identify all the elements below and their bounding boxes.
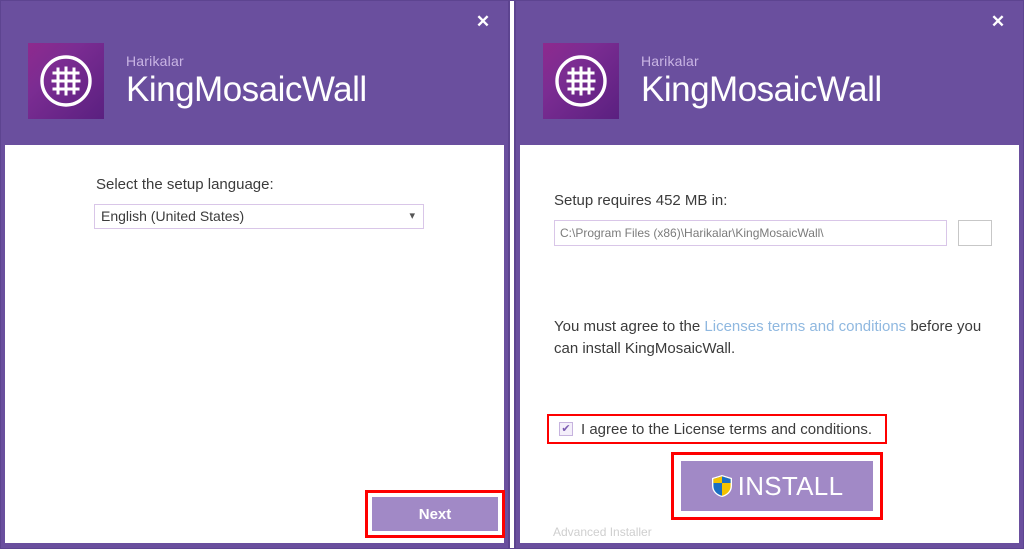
close-icon[interactable]: ✕: [987, 11, 1009, 33]
uac-shield-icon: [711, 475, 732, 497]
license-agreement-text: You must agree to the Licenses terms and…: [554, 316, 996, 360]
install-button[interactable]: INSTALL: [681, 461, 873, 511]
language-selection-dialog: ✕ Harikalar KingMosaicWall Select the se…: [0, 0, 509, 549]
install-button-label: INSTALL: [737, 470, 844, 501]
mosaic-grid-circle-icon: [543, 43, 619, 119]
agree-checkbox-annotation: ✔ I agree to the License terms and condi…: [547, 414, 887, 444]
chevron-down-icon: ▾: [409, 210, 415, 222]
license-terms-link[interactable]: Licenses terms and conditions: [704, 318, 906, 335]
install-path-row: [554, 220, 992, 246]
next-button[interactable]: Next: [372, 497, 498, 531]
brand-text-right: Harikalar KingMosaicWall: [641, 53, 882, 110]
install-options-dialog: ✕ Harikalar KingMosaicWall Setup require…: [515, 0, 1024, 549]
install-path-input[interactable]: [554, 220, 947, 246]
close-icon[interactable]: ✕: [472, 11, 494, 33]
company-name: Harikalar: [641, 52, 699, 69]
browse-button[interactable]: [958, 220, 992, 246]
dialog-body-right: Setup requires 452 MB in: You must agree…: [520, 145, 1019, 543]
advanced-installer-footer: Advanced Installer: [553, 525, 652, 539]
language-select-value: English (United States): [101, 208, 245, 224]
agree-checkbox[interactable]: ✔: [559, 422, 573, 436]
language-select[interactable]: English (United States) ▾: [94, 204, 424, 229]
language-label: Select the setup language:: [96, 176, 274, 193]
agreement-prefix: You must agree to the: [554, 318, 705, 335]
product-name: KingMosaicWall: [126, 69, 367, 109]
dialog-body-left: Select the setup language: English (Unit…: [5, 145, 505, 543]
brand-block-left: Harikalar KingMosaicWall: [28, 43, 367, 119]
company-name: Harikalar: [126, 52, 184, 69]
mosaic-grid-circle-icon: [28, 43, 104, 119]
product-name: KingMosaicWall: [641, 69, 882, 109]
dialog-header-left: ✕ Harikalar KingMosaicWall: [1, 1, 508, 145]
check-icon: ✔: [561, 422, 571, 435]
install-button-annotation: INSTALL: [671, 452, 883, 520]
brand-block-right: Harikalar KingMosaicWall: [543, 43, 882, 119]
brand-text-left: Harikalar KingMosaicWall: [126, 53, 367, 110]
agree-checkbox-label: I agree to the License terms and conditi…: [581, 420, 873, 438]
installer-screenshot: ✕ Harikalar KingMosaicWall Select the se…: [0, 0, 1024, 549]
disk-requirement-label: Setup requires 452 MB in:: [554, 192, 728, 209]
dialog-header-right: ✕ Harikalar KingMosaicWall: [516, 1, 1023, 145]
next-button-annotation: Next: [365, 490, 505, 538]
